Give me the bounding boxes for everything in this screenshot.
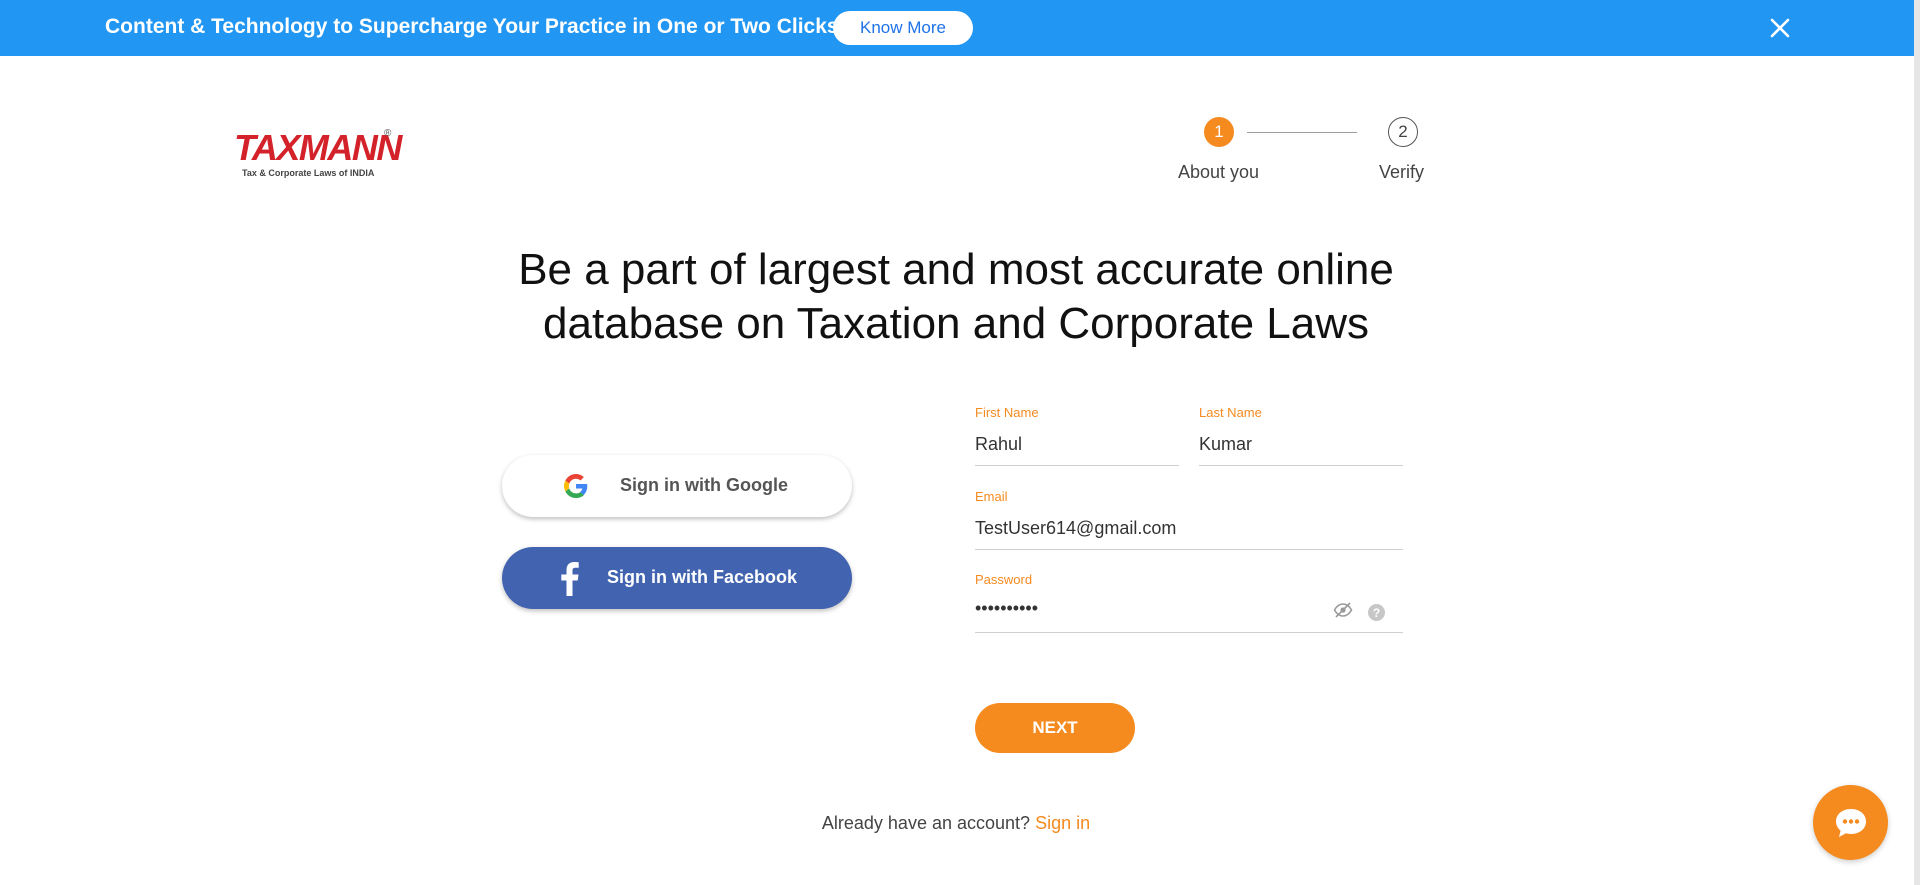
first-name-field: First Name <box>975 405 1179 467</box>
password-input[interactable]: •••••••••• <box>975 598 1038 619</box>
facebook-signin-button[interactable]: Sign in with Facebook <box>502 547 852 609</box>
signin-prompt-text: Already have an account? <box>821 813 1031 833</box>
password-field: Password •••••••••• ? <box>975 572 1403 634</box>
last-name-field: Last Name <box>1199 405 1403 467</box>
last-name-input[interactable] <box>1199 431 1403 457</box>
password-label: Password <box>975 572 1033 587</box>
facebook-icon <box>561 562 579 596</box>
google-icon <box>564 474 588 498</box>
headline-line-1: Be a part of largest and most accurate o… <box>518 245 1394 294</box>
signin-prompt: Already have an account? Sign in <box>440 813 1472 834</box>
chat-icon <box>1835 808 1866 837</box>
close-icon[interactable] <box>1766 14 1794 42</box>
email-label: Email <box>975 489 1008 504</box>
scrollbar-track[interactable] <box>1914 0 1920 885</box>
first-name-label: First Name <box>975 405 1039 420</box>
first-name-input[interactable] <box>975 431 1179 457</box>
step-2-indicator: 2 <box>1388 117 1418 147</box>
taxmann-logo[interactable]: TAXMANN ® Tax & Corporate Laws of INDIA <box>234 127 402 180</box>
logo-registered-mark: ® <box>384 128 392 139</box>
email-input[interactable] <box>975 515 1403 541</box>
email-field: Email <box>975 489 1403 551</box>
headline-line-2: database on Taxation and Corporate Laws <box>543 299 1369 348</box>
chat-widget-button[interactable] <box>1813 785 1888 860</box>
last-name-underline <box>1199 465 1403 466</box>
google-signin-label: Sign in with Google <box>620 475 788 495</box>
step-1-label: About you <box>1178 162 1260 182</box>
step-1-indicator: 1 <box>1204 117 1234 147</box>
password-underline <box>975 632 1403 633</box>
logo-tagline: Tax & Corporate Laws of INDIA <box>242 168 375 178</box>
know-more-button[interactable]: Know More <box>833 11 973 45</box>
google-signin-button[interactable]: Sign in with Google <box>502 455 852 517</box>
page-headline: Be a part of largest and most accurate o… <box>440 243 1472 351</box>
banner-text: Content & Technology to Supercharge Your… <box>105 15 845 38</box>
eye-off-icon[interactable] <box>1333 602 1353 618</box>
signin-link[interactable]: Sign in <box>1035 813 1090 833</box>
email-underline <box>975 549 1403 550</box>
help-icon[interactable]: ? <box>1368 604 1385 621</box>
last-name-label: Last Name <box>1199 405 1262 420</box>
stepper-connector <box>1247 132 1357 133</box>
logo-wordmark: TAXMANN <box>234 127 402 168</box>
signup-stepper: 1 2 About you Verify <box>1170 117 1440 187</box>
step-2-label: Verify <box>1379 162 1425 182</box>
first-name-underline <box>975 465 1179 466</box>
promo-banner: Content & Technology to Supercharge Your… <box>0 0 1914 56</box>
next-button[interactable]: NEXT <box>975 703 1135 753</box>
facebook-signin-label: Sign in with Facebook <box>607 567 798 587</box>
